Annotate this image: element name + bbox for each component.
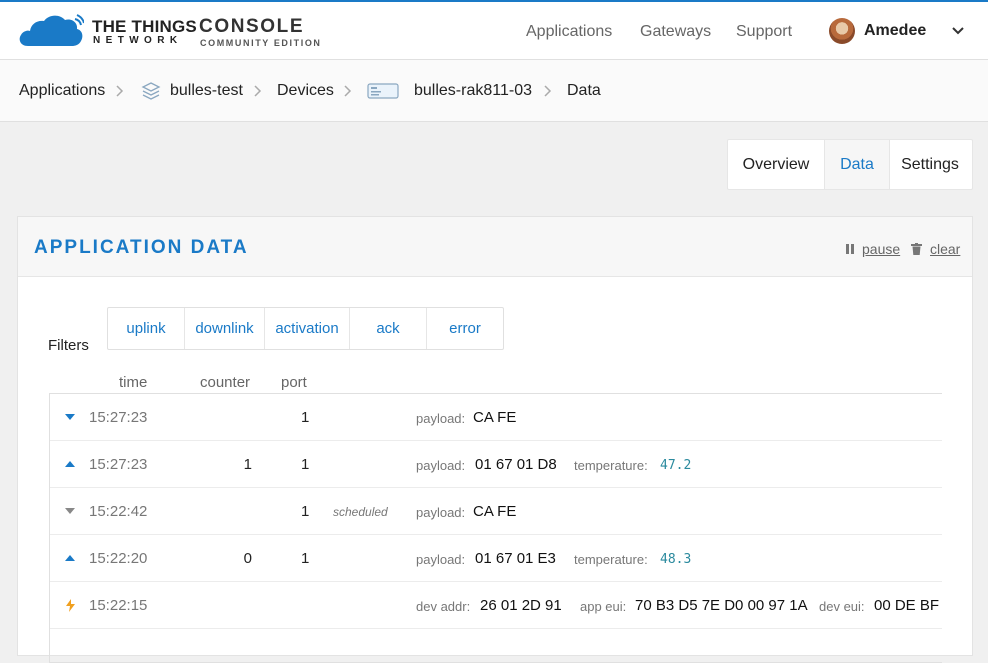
dev-addr-value: 26 01 2D 91 [480,597,562,614]
filter-activation[interactable]: activation [265,308,350,349]
breadcrumb-devices[interactable]: Devices [277,82,334,100]
console-subtitle: COMMUNITY EDITION [200,38,322,48]
console-title: CONSOLE [199,16,305,37]
clear-button[interactable]: clear [930,241,960,257]
application-data-panel: APPLICATION DATA pause clear Filters upl… [17,216,973,663]
filter-uplink[interactable]: uplink [108,308,185,349]
filter-error[interactable]: error [427,308,503,349]
trash-icon[interactable] [911,243,922,255]
table-row[interactable]: 15:22:42 1 scheduled payload: CA FE [50,488,942,535]
app-eui-label: app eui: [580,599,627,614]
row-port: 1 [301,409,310,426]
payload-value: 01 67 01 E3 [475,550,556,567]
row-counter: 1 [243,456,252,473]
nav-applications[interactable]: Applications [526,23,612,41]
chevron-down-icon[interactable] [951,24,965,38]
payload-label: payload: [416,458,466,473]
panel-title: APPLICATION DATA [34,237,249,258]
breadcrumb-applications[interactable]: Applications [19,82,105,100]
payload-value: CA FE [473,503,517,520]
user-name[interactable]: Amedee [864,22,926,40]
chevron-right-icon [116,85,124,97]
pause-button[interactable]: pause [862,241,900,257]
payload-label: payload: [416,505,466,520]
chevron-right-icon [254,85,262,97]
device-icon [367,83,399,99]
row-time: 15:22:15 [89,597,148,614]
tab-overview[interactable]: Overview [728,140,824,189]
row-port: 1 [301,456,310,473]
data-table: 15:27:23 1 payload: CA FE 15:27:23 1 1 p… [49,393,942,663]
column-counter: counter [200,374,251,391]
table-row[interactable]: 15:27:23 1 payload: CA FE [50,394,942,441]
filters-label: Filters [48,337,89,354]
temperature-value: 47.2 [660,458,692,473]
row-port: 1 [301,550,310,567]
dev-addr-label: dev addr: [416,599,471,614]
filter-ack[interactable]: ack [350,308,427,349]
nav-gateways[interactable]: Gateways [640,23,711,41]
filter-downlink[interactable]: downlink [185,308,265,349]
device-tabs: Overview Data Settings [727,139,973,190]
avatar[interactable] [829,18,855,44]
downlink-arrow-icon [65,414,75,420]
chevron-right-icon [344,85,352,97]
dev-eui-label: dev eui: [819,599,865,614]
breadcrumb-data: Data [567,82,601,99]
temperature-value: 48.3 [660,552,692,567]
scheduled-badge: scheduled [333,505,388,519]
top-bar: THE THINGS NETWORK CONSOLE COMMUNITY EDI… [0,0,988,60]
downlink-arrow-icon [65,508,75,514]
tab-settings[interactable]: Settings [888,140,972,189]
pause-icon[interactable] [845,243,855,255]
application-stack-icon [141,82,161,100]
temperature-label: temperature: [574,458,648,473]
uplink-arrow-icon [65,461,75,467]
app-eui-value: 70 B3 D5 7E D0 00 97 1A [635,597,808,614]
nav-support[interactable]: Support [736,23,792,41]
lightning-icon [66,599,75,612]
brand-network: NETWORK [93,35,183,46]
dev-eui-value: 00 DE BF 9 [874,597,942,614]
breadcrumb-application[interactable]: bulles-test [170,82,243,100]
panel-header: APPLICATION DATA pause clear [18,217,972,277]
row-time: 15:27:23 [89,456,148,473]
row-counter: 0 [243,550,252,567]
breadcrumb-device[interactable]: bulles-rak811-03 [414,82,532,100]
payload-value: CA FE [473,409,517,426]
breadcrumb: Applications bulles-test Devices bulles-… [0,60,988,122]
uplink-arrow-icon [65,555,75,561]
payload-label: payload: [416,411,466,426]
row-port: 1 [301,503,310,520]
temperature-label: temperature: [574,552,648,567]
column-time: time [119,374,148,391]
row-time: 15:22:20 [89,550,148,567]
payload-label: payload: [416,552,466,567]
brand-name: THE THINGS [92,17,197,36]
tab-data[interactable]: Data [824,140,890,189]
table-row[interactable]: 15:22:15 dev addr: 26 01 2D 91 app eui: … [50,582,942,629]
ttn-logo-icon[interactable] [18,14,84,48]
filter-group: uplink downlink activation ack error [107,307,504,350]
table-row[interactable]: 15:22:20 0 1 payload: 01 67 01 E3 temper… [50,535,942,582]
column-port: port [281,374,307,391]
table-row[interactable]: 15:27:23 1 1 payload: 01 67 01 D8 temper… [50,441,942,488]
row-time: 15:27:23 [89,409,148,426]
row-time: 15:22:42 [89,503,148,520]
chevron-right-icon [544,85,552,97]
payload-value: 01 67 01 D8 [475,456,557,473]
